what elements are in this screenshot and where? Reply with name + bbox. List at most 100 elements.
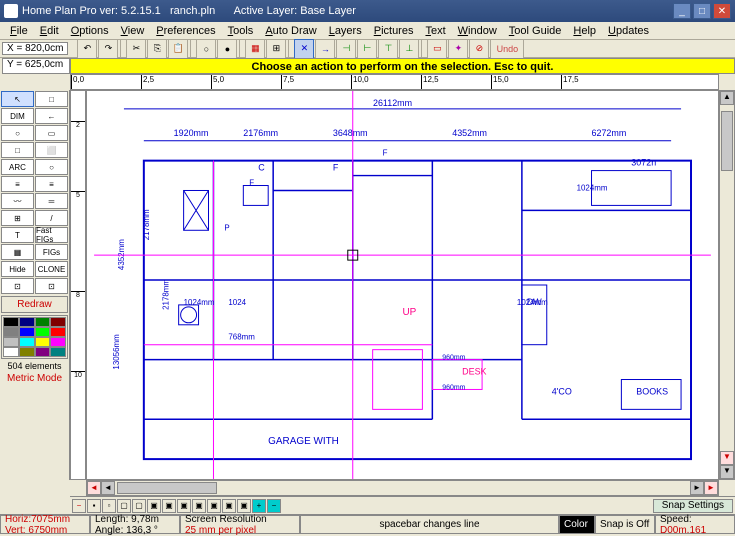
zoom-minus-button[interactable]: − [72, 499, 86, 513]
snap2-button[interactable]: ▢ [132, 499, 146, 513]
tool-0-0[interactable]: ↖ [1, 91, 34, 107]
menu-preferences[interactable]: Preferences [150, 24, 221, 38]
redraw-button[interactable]: Redraw [1, 296, 68, 313]
magic-button[interactable]: ✦ [448, 39, 468, 59]
tool-9-0[interactable]: ▦ [1, 244, 34, 260]
tool-9-1[interactable]: FIGs [35, 244, 68, 260]
grid-button[interactable]: ⊞ [266, 39, 286, 59]
scrollbar-horizontal[interactable]: ◄ ◄ ► ► [86, 480, 719, 496]
copy-button[interactable]: ⎘ [147, 39, 167, 59]
grid2-button[interactable]: ▫ [102, 499, 116, 513]
select-button[interactable]: ✕ [294, 39, 314, 59]
zoom-cyan-button[interactable]: + [252, 499, 266, 513]
layer-button[interactable]: ▦ [245, 39, 265, 59]
color-swatch-5[interactable] [19, 327, 35, 337]
scrollbar-vertical[interactable]: ▲ ▼ ▼ [719, 90, 735, 480]
tool-5-0[interactable]: ≡ [1, 176, 34, 192]
zoom-minus2-button[interactable]: − [267, 499, 281, 513]
arrow-button[interactable]: → [315, 39, 335, 59]
menu-window[interactable]: Window [452, 24, 503, 38]
menu-auto-draw[interactable]: Auto Draw [259, 24, 322, 38]
tool-6-1[interactable]: ═ [35, 193, 68, 209]
scroll-h-thumb[interactable] [117, 482, 217, 494]
stop-button[interactable]: ⊘ [469, 39, 489, 59]
align-bottom-button[interactable]: ⊥ [399, 39, 419, 59]
tool-0-1[interactable]: □ [35, 91, 68, 107]
color-swatch-15[interactable] [50, 347, 66, 357]
drawing-canvas[interactable]: 26112mm1920mm2176mm3648mm4352mm6272mm435… [86, 90, 719, 480]
menu-file[interactable]: File [4, 24, 34, 38]
color-swatch-9[interactable] [19, 337, 35, 347]
tool-4-1[interactable]: ○ [35, 159, 68, 175]
color-swatch-3[interactable] [50, 317, 66, 327]
close-button[interactable]: ✕ [713, 3, 731, 19]
snap7-button[interactable]: ▣ [207, 499, 221, 513]
menu-edit[interactable]: Edit [34, 24, 65, 38]
color-picker-button[interactable]: Color [564, 519, 590, 530]
tool-8-1[interactable]: Fast FIGs [35, 227, 68, 243]
scroll-left-arrow-red[interactable]: ◄ [87, 481, 101, 495]
snap6-button[interactable]: ▣ [192, 499, 206, 513]
minimize-button[interactable]: _ [673, 3, 691, 19]
tool-10-0[interactable]: Hide [1, 261, 34, 277]
menu-tool-guide[interactable]: Tool Guide [503, 24, 568, 38]
scroll-down-arrow[interactable]: ▼ [720, 465, 734, 479]
undo-button[interactable]: ↶ [77, 39, 97, 59]
redo-button[interactable]: ↷ [98, 39, 118, 59]
tool-1-1[interactable]: ← [35, 108, 68, 124]
tool-2-0[interactable]: ○ [1, 125, 34, 141]
menu-options[interactable]: Options [65, 24, 115, 38]
tool-10-1[interactable]: CLONE [35, 261, 68, 277]
snap4-button[interactable]: ▣ [162, 499, 176, 513]
menu-tools[interactable]: Tools [222, 24, 260, 38]
tool-7-0[interactable]: ⊞ [1, 210, 34, 226]
color-swatch-4[interactable] [3, 327, 19, 337]
align-left-button[interactable]: ⊣ [336, 39, 356, 59]
align-top-button[interactable]: ⊤ [378, 39, 398, 59]
rect-button[interactable]: ▭ [427, 39, 447, 59]
menu-layers[interactable]: Layers [323, 24, 368, 38]
scroll-left-arrow[interactable]: ◄ [101, 481, 115, 495]
color-swatch-13[interactable] [19, 347, 35, 357]
snap1-button[interactable]: ▢ [117, 499, 131, 513]
align-center-button[interactable]: ⊢ [357, 39, 377, 59]
color-swatch-14[interactable] [35, 347, 51, 357]
menu-view[interactable]: View [115, 24, 151, 38]
color-swatch-8[interactable] [3, 337, 19, 347]
scroll-v-thumb[interactable] [721, 111, 733, 171]
menu-pictures[interactable]: Pictures [368, 24, 420, 38]
color-swatch-0[interactable] [3, 317, 19, 327]
zoom-in-button[interactable]: ○ [196, 39, 216, 59]
snap3-button[interactable]: ▣ [147, 499, 161, 513]
cut-button[interactable]: ✂ [126, 39, 146, 59]
color-swatch-6[interactable] [35, 327, 51, 337]
tool-3-0[interactable]: □ [1, 142, 34, 158]
menu-updates[interactable]: Updates [602, 24, 655, 38]
tool-7-1[interactable]: / [35, 210, 68, 226]
scroll-right-arrow-red[interactable]: ► [704, 481, 718, 495]
tool-11-1[interactable]: ⊡ [35, 278, 68, 294]
menu-text[interactable]: Text [419, 24, 451, 38]
color-swatch-11[interactable] [50, 337, 66, 347]
color-swatch-2[interactable] [35, 317, 51, 327]
tool-1-0[interactable]: DIM [1, 108, 34, 124]
tool-11-0[interactable]: ⊡ [1, 278, 34, 294]
tool-2-1[interactable]: ▭ [35, 125, 68, 141]
paste-button[interactable]: 📋 [168, 39, 188, 59]
scroll-right-arrow[interactable]: ► [690, 481, 704, 495]
color-swatch-10[interactable] [35, 337, 51, 347]
snap5-button[interactable]: ▣ [177, 499, 191, 513]
zoom-out-button[interactable]: ● [217, 39, 237, 59]
snap9-button[interactable]: ▣ [237, 499, 251, 513]
snap8-button[interactable]: ▣ [222, 499, 236, 513]
scroll-down-arrow-red[interactable]: ▼ [720, 451, 734, 465]
tool-3-1[interactable]: ⬜ [35, 142, 68, 158]
color-swatch-12[interactable] [3, 347, 19, 357]
scroll-up-arrow[interactable]: ▲ [720, 91, 734, 105]
tool-4-0[interactable]: ARC [1, 159, 34, 175]
tool-5-1[interactable]: ≡ [35, 176, 68, 192]
color-swatch-7[interactable] [50, 327, 66, 337]
color-swatch-1[interactable] [19, 317, 35, 327]
grid1-button[interactable]: ▪ [87, 499, 101, 513]
tool-6-0[interactable]: 〰 [1, 193, 34, 209]
